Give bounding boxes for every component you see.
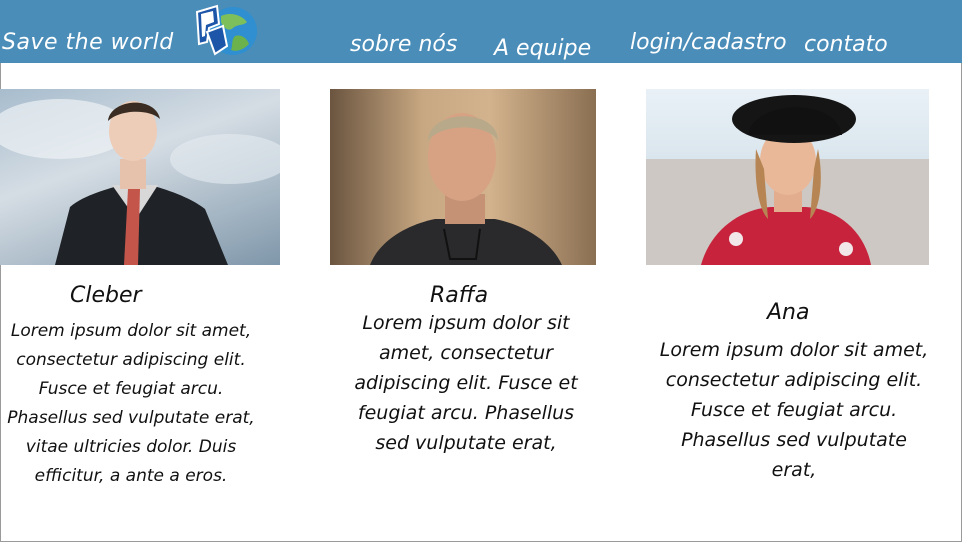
nav-contato[interactable]: contato (804, 32, 888, 57)
header-bar: Save the world sobre nós A equipe login/… (0, 0, 962, 63)
team-member-name: Raffa (430, 283, 489, 308)
nav-login-cadastro[interactable]: login/cadastro (630, 30, 787, 55)
team-member-name: Ana (767, 300, 810, 325)
team-member-bio: Lorem ipsum dolor sit amet, consectetur … (659, 339, 929, 481)
team-photo-cleber (0, 89, 280, 265)
team-photo-raffa (330, 89, 596, 265)
team-member-name: Cleber (70, 283, 142, 308)
portrait-ana-image (646, 95, 929, 265)
portrait-cleber-image (0, 99, 280, 265)
team-member-bio: Lorem ipsum dolor sit amet, consectetur … (354, 312, 578, 454)
team-photo-ana (646, 89, 929, 265)
brand-title[interactable]: Save the world (2, 30, 174, 55)
globe-logo-icon[interactable] (193, 2, 259, 60)
nav-a-equipe[interactable]: A equipe (494, 36, 591, 61)
team-member-bio: Lorem ipsum dolor sit amet, consectetur … (7, 321, 255, 486)
portrait-raffa-image (370, 113, 562, 265)
nav-sobre-nos[interactable]: sobre nós (350, 32, 457, 57)
